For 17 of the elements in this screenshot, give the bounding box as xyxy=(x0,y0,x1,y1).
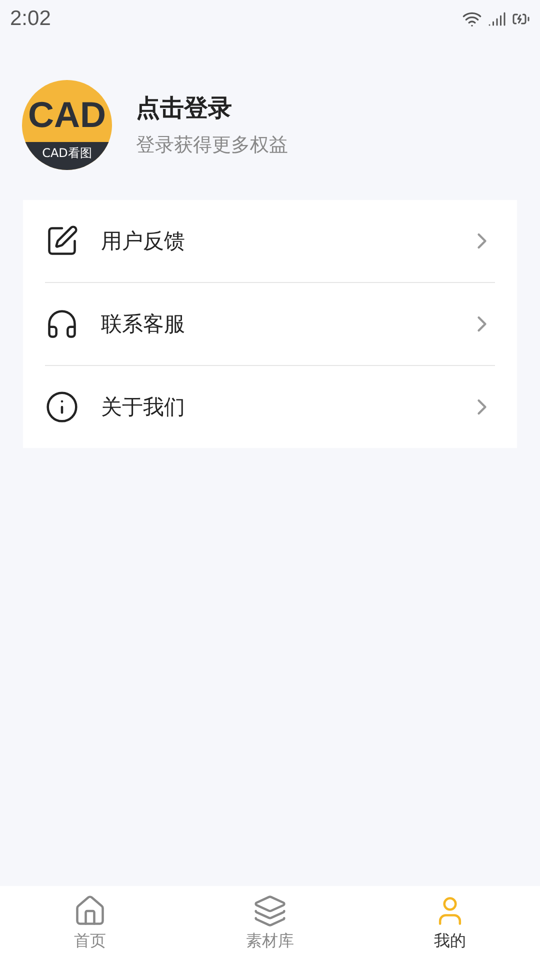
menu-item[interactable]: 关于我们 xyxy=(101,393,447,421)
info-icon xyxy=(45,390,79,424)
home-icon[interactable] xyxy=(73,894,107,928)
tab-label[interactable]: 素材库 xyxy=(246,931,294,952)
tab-label[interactable]: 我的 xyxy=(434,931,466,952)
login-subtitle: 登录获得更多权益 xyxy=(136,133,288,158)
login-link[interactable]: 点击登录 xyxy=(136,92,288,124)
menu-item[interactable]: 联系客服 xyxy=(101,310,447,338)
headset-icon xyxy=(45,307,79,341)
logo-text: CAD xyxy=(28,94,106,136)
signal-icon xyxy=(488,10,506,28)
edit-icon xyxy=(45,224,79,258)
layers-icon[interactable] xyxy=(253,894,287,928)
tab-label[interactable]: 首页 xyxy=(74,931,106,952)
avatar-logo[interactable]: CAD CAD看图 xyxy=(22,80,112,170)
menu-item[interactable]: 用户反馈 xyxy=(101,227,447,255)
status-time: 2:02 xyxy=(10,7,51,31)
